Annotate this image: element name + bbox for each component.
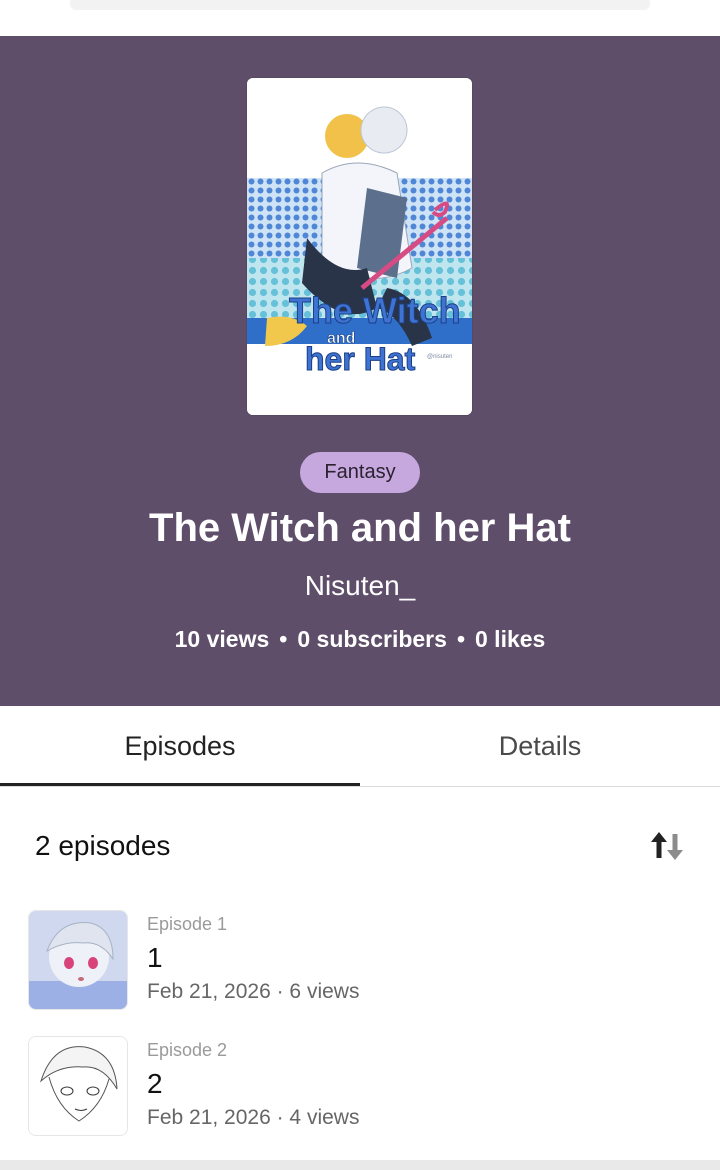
- episode-meta: Feb 21, 2026 · 4 views: [147, 1106, 360, 1129]
- likes-count: 0 likes: [475, 626, 546, 652]
- bottom-bar: [0, 1160, 720, 1170]
- series-author[interactable]: Nisuten_: [0, 570, 720, 602]
- episode-row[interactable]: Episode 1 1 Feb 21, 2026 · 6 views: [0, 908, 720, 1010]
- episode-number: Episode 1: [147, 914, 228, 934]
- episode-title: 1: [147, 942, 163, 973]
- series-stats: 10 views • 0 subscribers • 0 likes: [0, 626, 720, 653]
- cover-title-line3: her Hat: [305, 341, 416, 377]
- genre-badge[interactable]: Fantasy: [300, 452, 420, 493]
- series-cover-image: The Witch and her Hat @nisuten: [247, 78, 472, 415]
- episode-title: 2: [147, 1068, 163, 1099]
- cover-title-line1: The Witch: [289, 290, 461, 331]
- top-strip-shape: [70, 0, 650, 10]
- views-count: 10 views: [174, 626, 270, 652]
- episode-thumbnail[interactable]: [28, 1036, 128, 1136]
- sort-arrows-icon[interactable]: [648, 828, 686, 864]
- series-header: The Witch and her Hat @nisuten Fantasy T…: [0, 36, 720, 706]
- subscribers-count: 0 subscribers: [297, 626, 447, 652]
- episode-count: 2 episodes: [35, 830, 171, 861]
- top-strip: [0, 0, 720, 36]
- cover-art: The Witch and her Hat @nisuten: [247, 78, 472, 415]
- series-tabs: Episodes Details: [0, 706, 720, 787]
- episode-meta: Feb 21, 2026 · 6 views: [147, 980, 360, 1003]
- tab-details[interactable]: Details: [360, 706, 720, 786]
- separator-dot: •: [456, 626, 465, 652]
- series-title: The Witch and her Hat: [149, 506, 571, 550]
- episode-thumbnail[interactable]: [28, 910, 128, 1010]
- episode-row[interactable]: Episode 2 2 Feb 21, 2026 · 4 views: [0, 1034, 720, 1136]
- separator-dot: •: [279, 626, 288, 652]
- active-tab-indicator: [0, 783, 360, 786]
- cover-credit: @nisuten: [427, 354, 452, 360]
- tab-episodes[interactable]: Episodes: [0, 706, 360, 786]
- episode-number: Episode 2: [147, 1040, 228, 1060]
